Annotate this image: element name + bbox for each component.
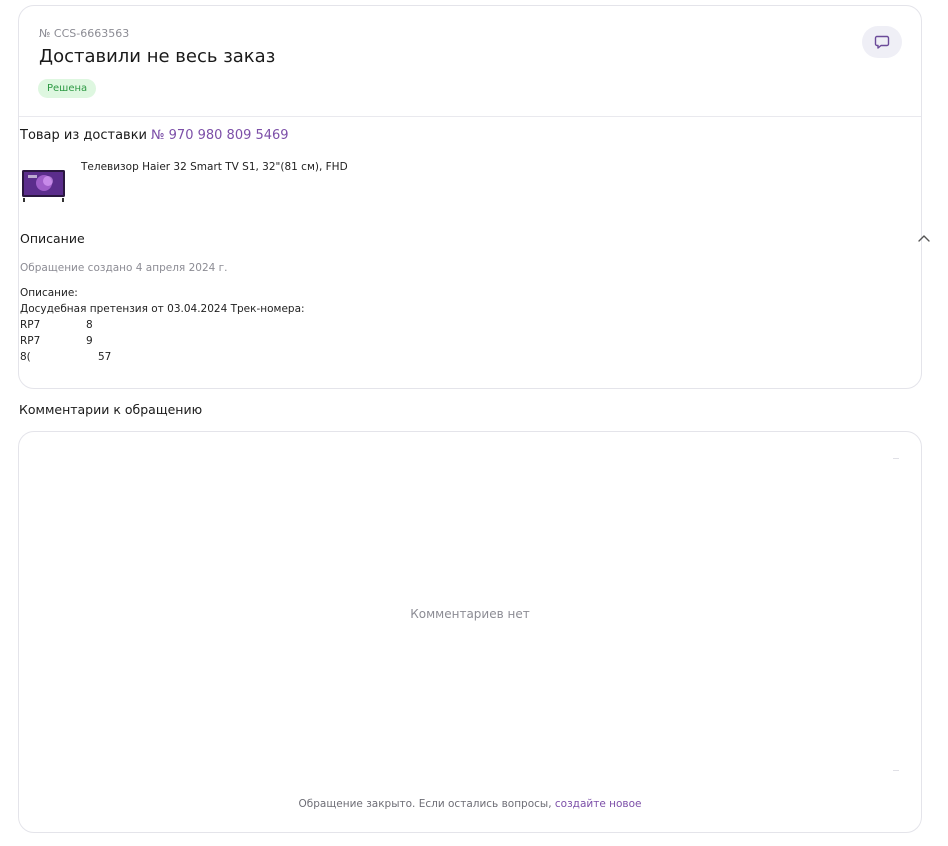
description-title: Описание: [20, 231, 85, 246]
scroll-indicator-bottom: [893, 770, 899, 771]
track-prefix: 8(: [20, 351, 31, 363]
description-line: Описание:: [20, 287, 78, 299]
chevron-up-icon[interactable]: [917, 233, 931, 243]
closed-note: Обращение закрыто. Если остались вопросы…: [19, 798, 921, 810]
comments-heading: Комментарии к обращению: [19, 402, 203, 417]
track-suffix: 9: [86, 335, 93, 347]
empty-comments-text: Комментариев нет: [410, 607, 530, 621]
comments-card: Комментариев нет Обращение закрыто. Если…: [18, 431, 922, 833]
delivery-number-link[interactable]: № 970 980 809 5469: [151, 128, 289, 143]
track-prefix: RP7: [20, 335, 41, 347]
ticket-title: Доставили не весь заказ: [39, 46, 276, 67]
track-row: RP7 9: [20, 333, 305, 349]
track-suffix: 57: [98, 351, 112, 363]
track-prefix: RP7: [20, 319, 41, 331]
ticket-header: № CCS-6663563 Доставили не весь заказ Ре…: [19, 6, 921, 117]
track-row: RP7 8: [20, 317, 305, 333]
product-name[interactable]: Телевизор Haier 32 Smart TV S1, 32"(81 с…: [81, 161, 348, 173]
track-suffix: 8: [86, 319, 93, 331]
create-new-link[interactable]: создайте новое: [555, 798, 642, 810]
ticket-number: № CCS-6663563: [39, 27, 130, 40]
created-date: Обращение создано 4 апреля 2024 г.: [20, 262, 228, 274]
scroll-indicator-top: [893, 458, 899, 459]
product-image[interactable]: [20, 166, 67, 204]
chat-bubble-icon: [874, 35, 890, 49]
delivery-label: Товар из доставки: [20, 128, 147, 143]
description-line: Досудебная претензия от 03.04.2024 Трек-…: [20, 303, 305, 315]
description-body: Описание: Досудебная претензия от 03.04.…: [20, 285, 305, 365]
track-row: 8( 57: [20, 349, 305, 365]
chat-button[interactable]: [862, 26, 902, 58]
status-badge: Решена: [38, 79, 97, 98]
closed-text: Обращение закрыто. Если остались вопросы…: [298, 798, 552, 810]
delivery-line: Товар из доставки № 970 980 809 5469: [20, 128, 289, 143]
